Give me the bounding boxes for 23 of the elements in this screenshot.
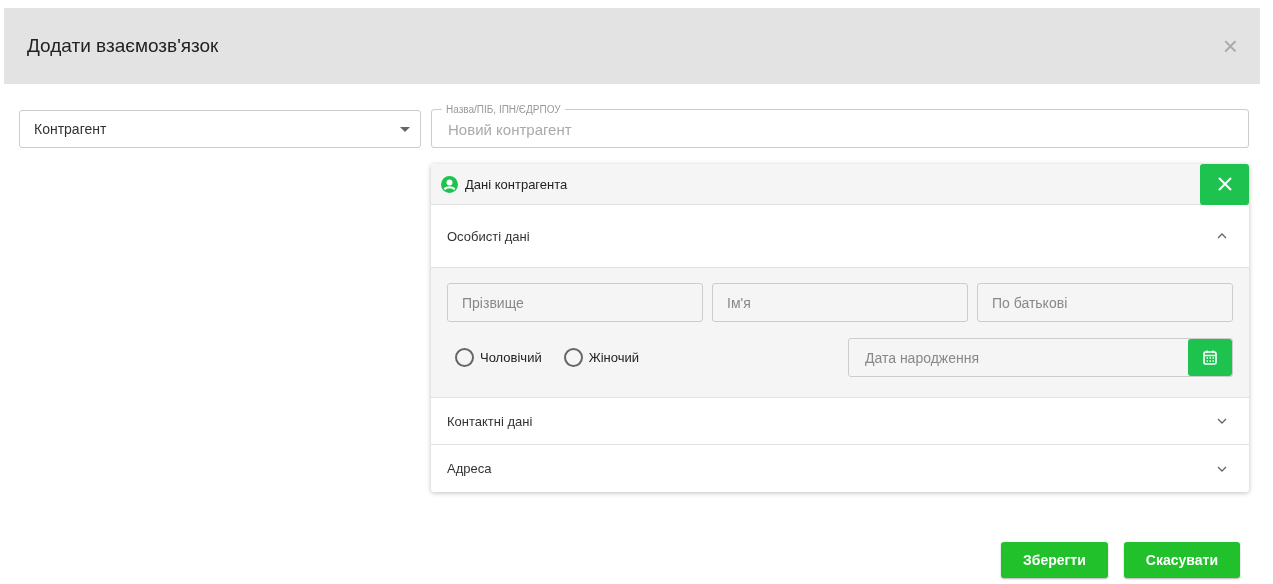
chevron-down-icon [1217,418,1227,424]
user-icon [441,175,458,193]
input-field[interactable]: Ім'я [712,283,968,322]
dialog-title: Додати взаємозв'язок [27,35,219,57]
date-field[interactable]: Дата народження [863,348,1188,367]
panel-title: Дані контрагента [465,176,568,192]
field-label: Назва/ПІБ, ІПН/ЄДРПОУ [445,104,562,115]
close-button[interactable] [1200,163,1249,205]
caret-icon [400,126,410,132]
gender-radio[interactable]: Чоловічий [455,348,542,367]
gender-radio[interactable]: Жіночий [563,348,639,367]
calendar-button[interactable] [1188,339,1232,376]
type-select[interactable]: Контрагент [19,110,421,148]
chevron-up-icon [1217,233,1227,239]
input-field[interactable]: По батькові [977,283,1233,322]
input-field[interactable]: Прізвище [447,283,703,322]
section-header[interactable]: Адреса [431,445,1249,492]
close-icon [1217,177,1232,191]
date-field-box[interactable]: Дата народження [848,338,1233,377]
calendar-icon [1203,350,1217,365]
section-header[interactable]: Контактні дані [431,398,1249,445]
chevron-down-icon [1217,465,1227,472]
name-field[interactable]: Новий контрагент [446,119,1234,139]
